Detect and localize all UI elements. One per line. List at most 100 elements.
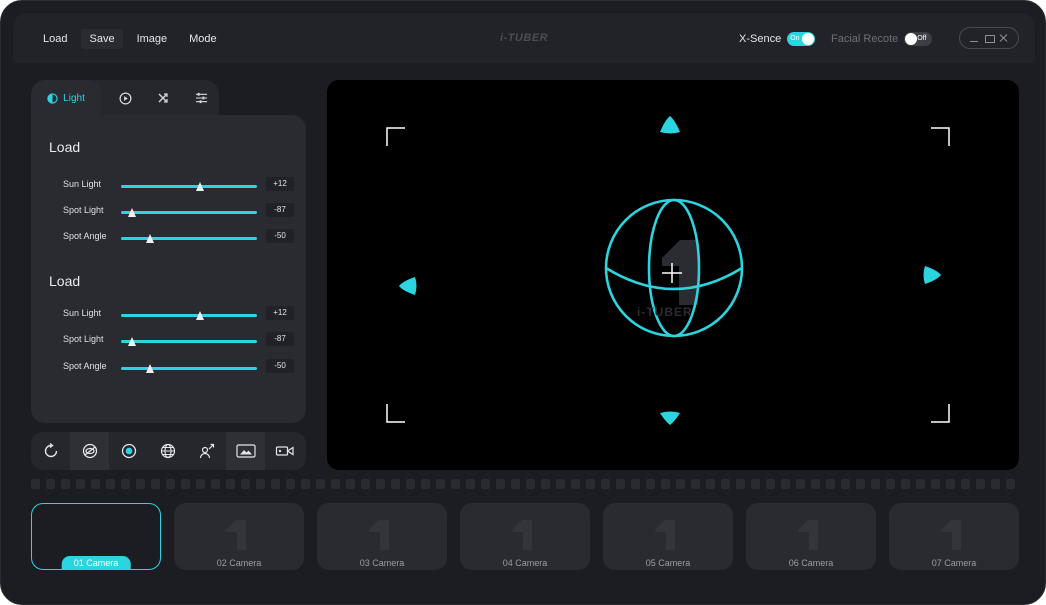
- slider-row-spot-light: Spot Light -87: [63, 332, 294, 348]
- camera-slot-07[interactable]: 07 Camera: [889, 503, 1019, 570]
- strip-dot: [541, 479, 550, 489]
- camera-logo-icon: [369, 520, 389, 550]
- slider-label: Sun Light: [63, 308, 102, 318]
- slider-row-spot-angle: Spot Angle -50: [63, 359, 294, 375]
- menu-save[interactable]: Save: [81, 29, 123, 49]
- strip-dot: [391, 479, 400, 489]
- maximize-icon[interactable]: [983, 32, 995, 44]
- camera-slot-02[interactable]: 02 Camera: [174, 503, 304, 570]
- strip-dot: [736, 479, 745, 489]
- camera-label: 07 Camera: [931, 558, 977, 568]
- sun-light-slider[interactable]: [121, 182, 257, 191]
- strip-dot: [361, 479, 370, 489]
- strip-dot: [301, 479, 310, 489]
- spot-angle-slider[interactable]: [121, 364, 257, 373]
- strip-dot: [766, 479, 775, 489]
- strip-dot: [841, 479, 850, 489]
- strip-dot: [556, 479, 565, 489]
- xsence-toggle[interactable]: On: [787, 32, 816, 46]
- tab-light[interactable]: Light: [31, 80, 101, 116]
- strip-dot: [436, 479, 445, 489]
- camera-slot-05[interactable]: 05 Camera: [603, 503, 733, 570]
- strip-dot: [811, 479, 820, 489]
- strip-dot: [931, 479, 940, 489]
- strip-dot: [856, 479, 865, 489]
- play-icon: [119, 92, 131, 104]
- image-button[interactable]: [226, 432, 265, 470]
- window-controls: [959, 27, 1019, 49]
- slider-value[interactable]: -50: [266, 359, 294, 373]
- close-icon[interactable]: [998, 32, 1010, 44]
- strip-dot: [706, 479, 715, 489]
- tab-settings[interactable]: [183, 80, 219, 116]
- strip-dot: [91, 479, 100, 489]
- strip-dot: [376, 479, 385, 489]
- strip-dot: [691, 479, 700, 489]
- strip-dot: [316, 479, 325, 489]
- slider-thumb[interactable]: [145, 364, 154, 373]
- slider-thumb[interactable]: [195, 311, 204, 320]
- strip-dot: [826, 479, 835, 489]
- menu-mode[interactable]: Mode: [181, 29, 225, 49]
- toggle-knob: [802, 33, 815, 45]
- strip-dot: [886, 479, 895, 489]
- slider-thumb[interactable]: [127, 337, 136, 346]
- record-button[interactable]: [109, 432, 148, 470]
- menu-load[interactable]: Load: [35, 29, 75, 49]
- camera-slot-06[interactable]: 06 Camera: [746, 503, 876, 570]
- slider-thumb[interactable]: [145, 234, 154, 243]
- slider-thumb[interactable]: [127, 208, 136, 217]
- strip-dot: [331, 479, 340, 489]
- camera-slot-01[interactable]: 01 Camera: [31, 503, 161, 570]
- slider-value[interactable]: +12: [266, 306, 294, 320]
- camera-button[interactable]: [265, 432, 304, 470]
- strip-dot: [181, 479, 190, 489]
- avatar-move-button[interactable]: [187, 432, 226, 470]
- strip-dot: [61, 479, 70, 489]
- strip-dot: [961, 479, 970, 489]
- sun-light-slider[interactable]: [121, 311, 257, 320]
- strip-dot: [211, 479, 220, 489]
- eye-off-icon: [82, 443, 97, 459]
- tab-transform[interactable]: [145, 80, 181, 116]
- xsence-toggle-group: X-Sence On: [739, 32, 816, 46]
- reset-button[interactable]: [31, 432, 70, 470]
- tab-play[interactable]: [107, 80, 143, 116]
- strip-dot: [676, 479, 685, 489]
- xsence-state: On: [790, 35, 800, 42]
- strip-dot: [916, 479, 925, 489]
- slider-value[interactable]: -87: [266, 332, 294, 346]
- viewport-overlay: [386, 116, 950, 425]
- strip-dot: [46, 479, 55, 489]
- strip-dot: [121, 479, 130, 489]
- slider-value[interactable]: +12: [266, 177, 294, 191]
- strip-dot: [601, 479, 610, 489]
- menu-image[interactable]: Image: [129, 29, 176, 49]
- spot-light-slider[interactable]: [121, 208, 257, 217]
- spot-light-slider[interactable]: [121, 337, 257, 346]
- hide-button[interactable]: [70, 432, 109, 470]
- facial-label: Facial Recote: [831, 33, 899, 45]
- camera-slot-03[interactable]: 03 Camera: [317, 503, 447, 570]
- section-title: Load: [49, 139, 81, 155]
- strip-dot: [511, 479, 520, 489]
- camera-label: 06 Camera: [788, 558, 834, 568]
- camera-label: 01 Camera: [61, 556, 131, 569]
- 3d-viewport[interactable]: i-TUBER: [327, 80, 1019, 470]
- camera-slot-04[interactable]: 04 Camera: [460, 503, 590, 570]
- facial-toggle[interactable]: Off: [904, 32, 933, 46]
- film-strip: [31, 479, 1019, 491]
- slider-value[interactable]: -87: [266, 203, 294, 217]
- strip-dot: [256, 479, 265, 489]
- strip-dot: [421, 479, 430, 489]
- minimize-icon[interactable]: [968, 32, 980, 44]
- sliders-icon: [195, 92, 207, 104]
- globe-icon: [160, 443, 175, 459]
- strip-dot: [616, 479, 625, 489]
- globe-button[interactable]: [148, 432, 187, 470]
- slider-value[interactable]: -50: [266, 229, 294, 243]
- strip-dot: [901, 479, 910, 489]
- slider-thumb[interactable]: [195, 182, 204, 191]
- brand-logo: i-TUBER: [499, 32, 549, 44]
- spot-angle-slider[interactable]: [121, 234, 257, 243]
